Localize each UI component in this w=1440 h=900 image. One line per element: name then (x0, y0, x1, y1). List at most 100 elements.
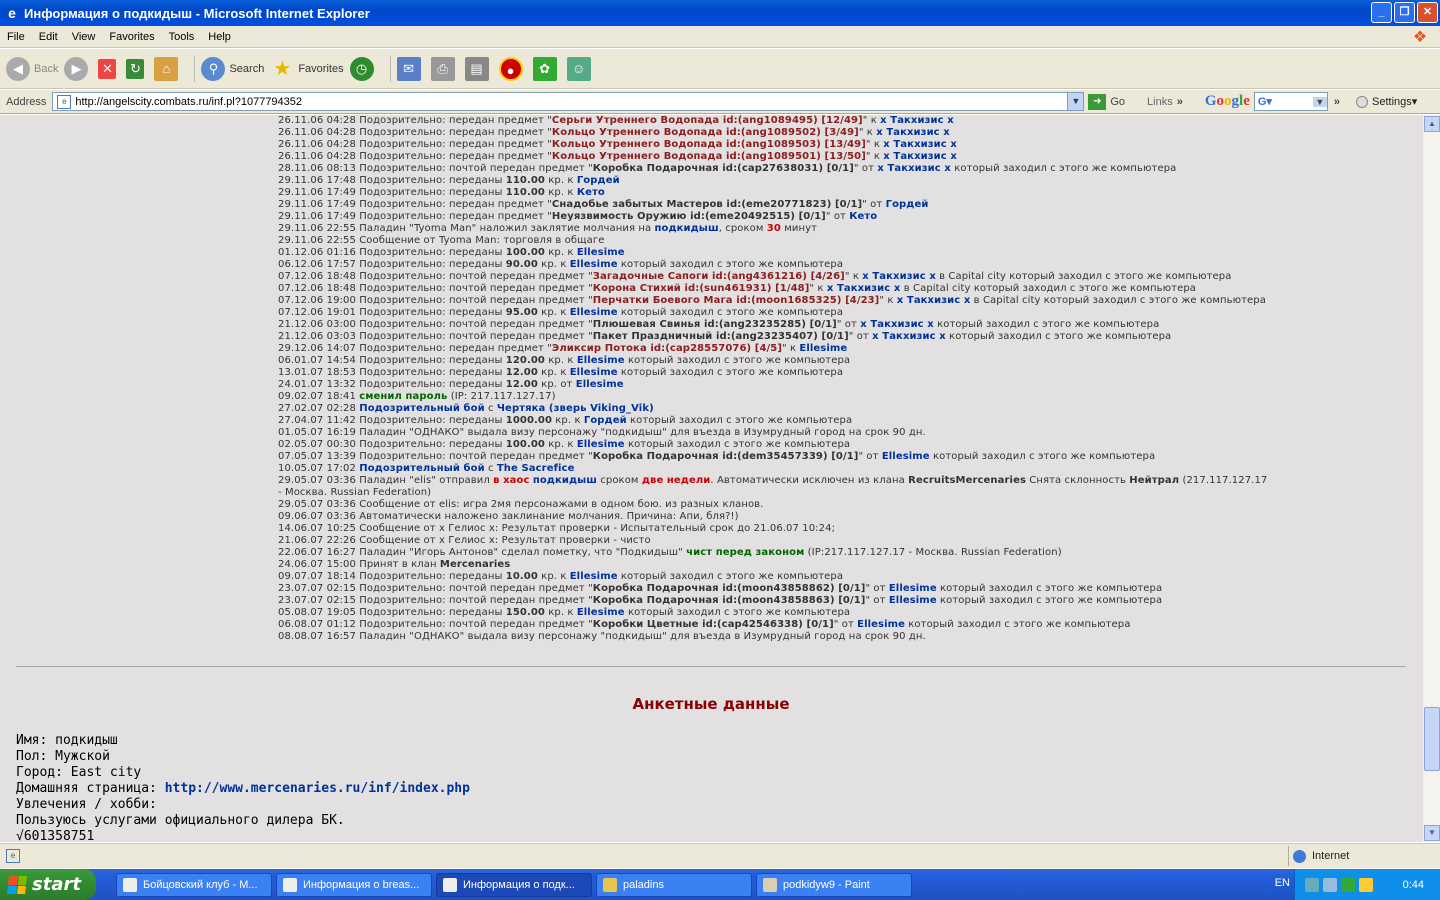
log-text: " к (865, 151, 884, 162)
log-text: кр. к (537, 307, 570, 318)
user-link[interactable]: Ellesime (577, 355, 625, 366)
taskbar-item[interactable]: Информация о breas... (276, 872, 432, 897)
user-link[interactable]: Ellesime (889, 595, 937, 606)
go-button[interactable]: ➜ Go (1088, 93, 1125, 110)
log-entry: 07.12.06 18:48 Подозрительно: почтой пер… (278, 271, 1267, 283)
mail-button[interactable]: ✉ (396, 56, 425, 81)
user-link[interactable]: x Такхизис x (880, 115, 954, 126)
back-button[interactable]: ◀ Back (6, 56, 58, 81)
user-link[interactable]: x Такхизис x (872, 331, 946, 342)
start-button[interactable]: start (0, 869, 96, 900)
maximize-button[interactable]: ❐ (1394, 2, 1415, 23)
messenger-button[interactable]: ☺ (566, 56, 595, 81)
user-link[interactable]: Ellesime (570, 307, 618, 318)
user-link[interactable]: Подозрительный бой (359, 403, 485, 414)
user-link[interactable]: x Такхизис x (883, 139, 957, 150)
search-button[interactable]: ⚲ Search (201, 56, 264, 81)
user-link[interactable]: x Такхизис x (876, 127, 950, 138)
log-text: кр. к (544, 355, 577, 366)
item-name: 110.00 (505, 175, 545, 186)
taskbar-item[interactable]: Бойцовский клуб - M... (116, 872, 272, 897)
scroll-thumb[interactable] (1424, 707, 1440, 771)
user-link[interactable]: x Такхизис x (897, 295, 971, 306)
user-link[interactable]: Подозрительный бой (359, 463, 485, 474)
item-name: Загадочные Сапоги id:(ang4361216) [4/26] (592, 271, 845, 282)
user-link[interactable]: x Такхизис x (860, 319, 934, 330)
network-icon[interactable] (1323, 877, 1337, 892)
user-link[interactable]: Ellesime (570, 571, 618, 582)
item-name: 100.00 (505, 247, 545, 258)
taskbar-item[interactable]: podkidyw9 - Paint (756, 872, 912, 897)
toolbar-separator (194, 55, 196, 82)
icq-button[interactable]: ✿ (532, 56, 561, 81)
language-indicator[interactable]: EN (1275, 877, 1290, 889)
casino-button[interactable]: ● (498, 56, 527, 81)
user-link[interactable]: The Sacrefice (497, 463, 575, 474)
user-link[interactable]: Гордей (577, 175, 620, 186)
user-link[interactable]: Ellesime (577, 607, 625, 618)
minimize-button[interactable]: _ (1371, 2, 1392, 23)
settings-button[interactable]: Settings ▾ (1356, 95, 1417, 108)
log-text: " от (865, 595, 889, 606)
log-text: который заходил с этого же компьютера (936, 583, 1163, 594)
log-entry: 26.11.06 04:28 Подозрительно: передан пр… (278, 139, 1267, 151)
tray-arrow-icon[interactable] (1305, 877, 1319, 892)
user-link[interactable]: Ellesime (857, 619, 905, 630)
item-name: Коробка Подарочная id:(moon43858863) [0/… (592, 595, 866, 606)
links-button[interactable]: Links (1147, 96, 1173, 108)
stop-button[interactable]: ✕ (98, 58, 120, 79)
user-link[interactable]: Ellesime (889, 583, 937, 594)
menu-view[interactable]: View (65, 31, 103, 43)
star-tray-icon[interactable] (1359, 877, 1373, 892)
user-link[interactable]: Кето (849, 211, 877, 222)
refresh-button[interactable]: ↻ (126, 58, 148, 79)
user-link[interactable]: x Такхизис x (827, 283, 901, 294)
log-text: 29.11.06 22:55 Сообщение от Tyoma Man: т… (278, 235, 605, 246)
user-link[interactable]: x Такхизис x (862, 271, 936, 282)
vertical-scrollbar[interactable]: ▲ ▼ (1422, 115, 1440, 842)
menu-favorites[interactable]: Favorites (102, 31, 161, 43)
user-link[interactable]: Ellesime (576, 379, 624, 390)
scroll-down-icon[interactable]: ▼ (1424, 825, 1440, 841)
user-link[interactable]: подкидыш (533, 475, 597, 486)
address-input[interactable]: e http://angelscity.combats.ru/inf.pl?10… (52, 92, 1085, 111)
user-link[interactable]: Ellesime (570, 367, 618, 378)
menu-help[interactable]: Help (201, 31, 238, 43)
user-link[interactable]: Гордей (886, 199, 929, 210)
item-name: Корона Стихий id:(sun461931) [1/48] (592, 283, 810, 294)
user-link[interactable]: Ellesime (799, 343, 847, 354)
user-link[interactable]: Чертяка (зверь Viking_Vik) (497, 403, 654, 414)
log-text: 07.05.07 13:39 Подозрительно: почтой пер… (278, 451, 593, 462)
item-name: 90.00 (505, 259, 538, 270)
taskbar-item-active[interactable]: Информация о подк... (436, 872, 592, 897)
taskbar-item[interactable]: paladins (596, 872, 752, 897)
user-link[interactable]: x Такхизис x (877, 163, 951, 174)
edit-button[interactable]: ▤ (464, 56, 493, 81)
user-link[interactable]: x Такхизис x (883, 151, 957, 162)
user-link[interactable]: Ellesime (577, 247, 625, 258)
history-button[interactable]: ◷ (349, 56, 378, 81)
google-search-select[interactable]: G▾ ▼ (1253, 92, 1328, 111)
print-button[interactable]: ⎙ (430, 56, 459, 81)
user-link[interactable]: Ellesime (570, 259, 618, 270)
user-link[interactable]: Гордей (584, 415, 627, 426)
menu-edit[interactable]: Edit (32, 31, 65, 43)
address-dropdown-icon[interactable]: ▼ (1067, 93, 1084, 110)
menu-file[interactable]: File (0, 31, 32, 43)
menu-tools[interactable]: Tools (162, 31, 202, 43)
log-entry: 26.11.06 04:28 Подозрительно: передан пр… (278, 151, 1267, 163)
user-link[interactable]: Ellesime (882, 451, 930, 462)
log-entry: 27.02.07 02:28 Подозрительный бой с Черт… (278, 403, 1267, 415)
user-link[interactable]: подкидыш (654, 223, 718, 234)
close-button[interactable]: ✕ (1417, 2, 1438, 23)
forward-button[interactable]: ▶ (64, 56, 92, 81)
chevron-icon[interactable]: » (1334, 96, 1340, 108)
scroll-up-icon[interactable]: ▲ (1424, 116, 1440, 132)
icq-tray-icon[interactable] (1341, 877, 1355, 892)
favorites-button[interactable]: ★ Favorites (270, 57, 343, 81)
chevron-icon[interactable]: » (1177, 96, 1183, 108)
home-button[interactable]: ⌂ (154, 56, 182, 81)
user-link[interactable]: Ellesime (577, 439, 625, 450)
homepage-link[interactable]: http://www.mercenaries.ru/inf/index.php (165, 781, 470, 796)
user-link[interactable]: Кето (577, 187, 605, 198)
